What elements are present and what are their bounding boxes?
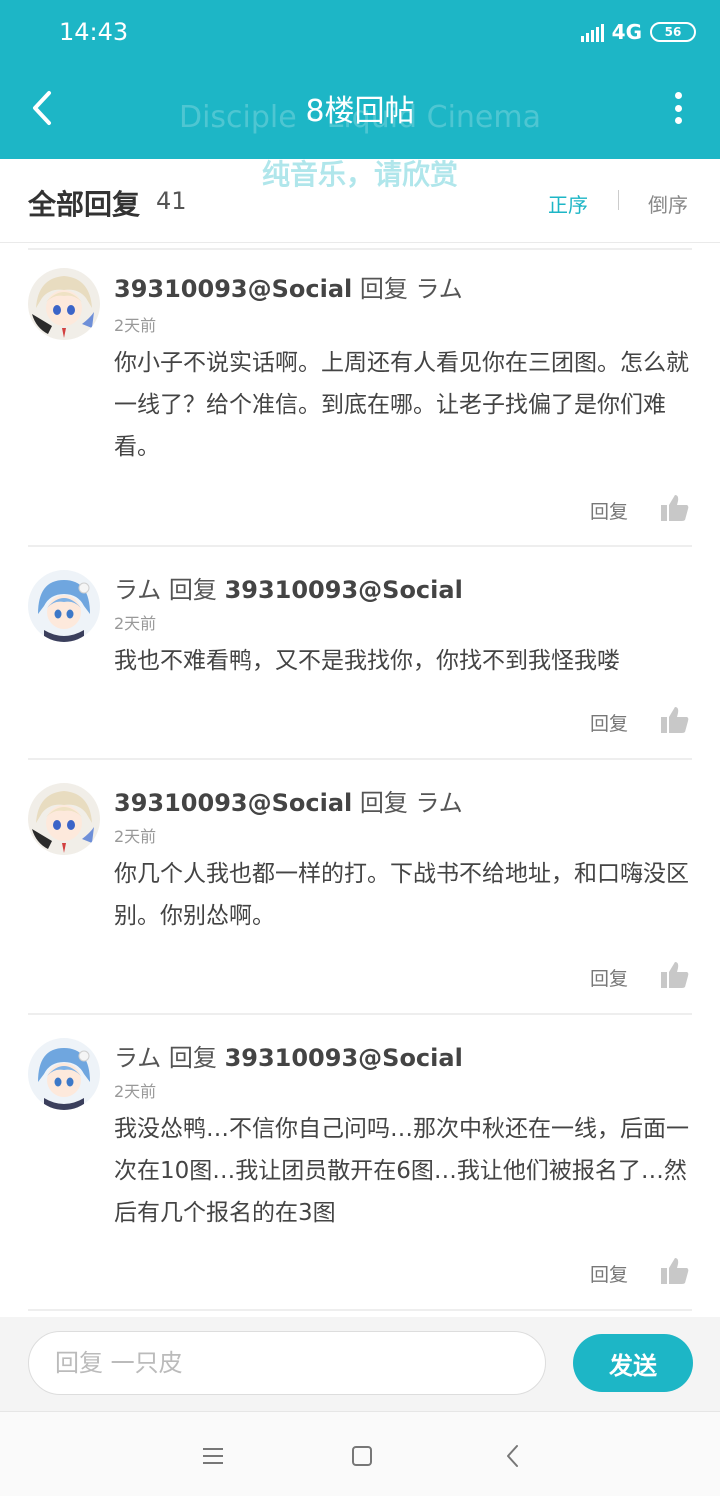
comment-time: 2天前	[114, 1082, 157, 1101]
reply-verb: 回复	[359, 789, 408, 817]
reply-target[interactable]: ラム	[416, 789, 463, 817]
divider	[28, 545, 692, 547]
signal-icon	[580, 22, 604, 42]
top-bar: 14:43 4G 56 8楼回帖	[0, 0, 720, 159]
comment-text: 我没怂鸭…不信你自己问吗…那次中秋还在一线，后面一次在10图…我让团员散开在6图…	[114, 1116, 689, 1226]
comment-text: 你几个人我也都一样的打。下战书不给地址，和口嗨没区别。你别怂啊。	[114, 861, 689, 929]
reply-target[interactable]: ラム	[416, 275, 463, 303]
battery-icon: 56	[650, 22, 696, 42]
reply-input[interactable]	[28, 1331, 546, 1395]
battery-level: 56	[664, 25, 682, 39]
divider	[28, 1013, 692, 1015]
comment-time: 2天前	[114, 614, 157, 633]
home-square-icon	[352, 1446, 372, 1466]
avatar[interactable]	[28, 1038, 100, 1110]
network-label: 4G	[611, 20, 642, 44]
divider	[28, 1309, 692, 1311]
comment-author[interactable]: 39310093@Social	[114, 275, 352, 303]
back-chevron-icon	[507, 1445, 518, 1467]
home-button[interactable]	[347, 1442, 377, 1470]
avatar[interactable]	[28, 268, 100, 340]
comment-header: ラム 回复 39310093@Social	[114, 1038, 463, 1073]
reply-verb: 回复	[359, 275, 408, 303]
sort-divider	[618, 190, 619, 210]
comment-author[interactable]: ラム	[114, 1044, 161, 1072]
music-overlay-subtitle: 纯音乐，请欣赏	[261, 158, 458, 191]
comment-header: 39310093@Social 回复 ラム	[114, 783, 463, 818]
menu-icon	[203, 1448, 223, 1464]
comment-author[interactable]: ラム	[114, 576, 161, 604]
comment-text: 我也不难看鸭，又不是我找你，你找不到我怪我喽	[114, 648, 620, 674]
like-thumbs-up-icon[interactable]	[660, 960, 690, 990]
like-thumbs-up-icon[interactable]	[660, 1256, 690, 1286]
music-overlay-title: Disciple - Liquid Cinema	[178, 100, 541, 135]
comment-text: 你小子不说实话啊。上周还有人看见你在三团图。怎么就一线了？给个准信。到底在哪。让…	[114, 350, 689, 460]
like-thumbs-up-icon[interactable]	[660, 493, 690, 523]
reply-target[interactable]: 39310093@Social	[225, 1044, 463, 1072]
reply-verb: 回复	[168, 1044, 217, 1072]
status-time: 14:43	[59, 18, 129, 46]
comment-time: 2天前	[114, 827, 157, 846]
comment-header: 39310093@Social 回复 ラム	[114, 269, 463, 304]
reply-button[interactable]: 回复	[590, 1260, 628, 1287]
divider	[28, 758, 692, 760]
system-back-button[interactable]	[498, 1442, 528, 1470]
system-nav-bar	[0, 1411, 720, 1496]
reply-button[interactable]: 回复	[590, 964, 628, 991]
avatar-blonde-icon	[28, 268, 100, 340]
comment-header: ラム 回复 39310093@Social	[114, 570, 463, 605]
reply-button[interactable]: 回复	[590, 709, 628, 736]
status-icons: 4G 56	[580, 20, 696, 44]
dot-icon	[674, 92, 682, 99]
menu-button[interactable]	[198, 1442, 228, 1470]
sort-ascending-button[interactable]: 正序	[548, 189, 588, 218]
divider	[28, 248, 692, 250]
reply-bar: 发送	[0, 1317, 720, 1411]
reply-verb: 回复	[168, 576, 217, 604]
comment-author[interactable]: 39310093@Social	[114, 789, 352, 817]
avatar-blue-hair-icon	[28, 1038, 100, 1110]
avatar-blonde-icon	[28, 783, 100, 855]
send-button[interactable]: 发送	[573, 1334, 693, 1392]
reply-target[interactable]: 39310093@Social	[225, 576, 463, 604]
avatar[interactable]	[28, 783, 100, 855]
avatar[interactable]	[28, 570, 100, 642]
comment-time: 2天前	[114, 316, 157, 335]
sort-descending-button[interactable]: 倒序	[648, 189, 688, 218]
reply-button[interactable]: 回复	[590, 497, 628, 524]
like-thumbs-up-icon[interactable]	[660, 705, 690, 735]
avatar-blue-hair-icon	[28, 570, 100, 642]
